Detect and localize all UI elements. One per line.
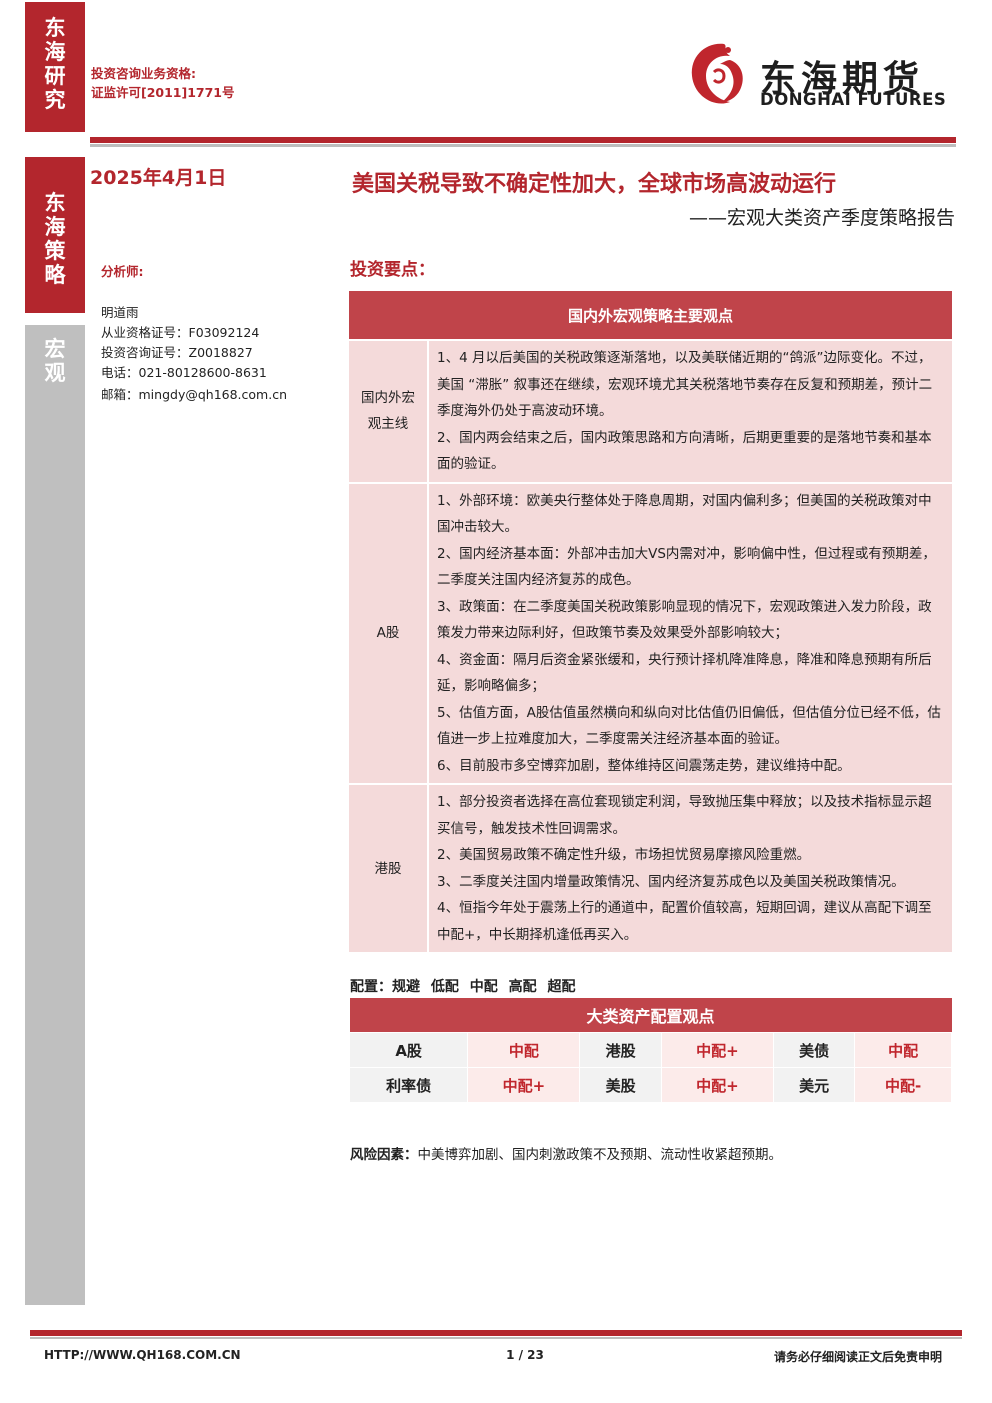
analyst-consult-license: 投资咨询证号：Z0018827 bbox=[101, 345, 253, 360]
table-title: 国内外宏观策略主要观点 bbox=[349, 291, 952, 340]
asset-view: 中配 bbox=[854, 1032, 952, 1068]
logo-english-name: DONGHAI FUTURES bbox=[760, 90, 947, 109]
report-title: 美国关税导致不确定性加大，全球市场高波动运行 bbox=[352, 172, 837, 197]
table-row: 国内外宏 观主线 1、4 月以后美国的关税政策逐渐落地，以及美联储近期的“鸽派”… bbox=[349, 339, 952, 483]
point-item: 3、政策面：在二季度美国关税政策影响显现的情况下，宏观政策进入发力阶段，政策发力… bbox=[437, 598, 932, 642]
dragon-logo-icon bbox=[691, 43, 743, 104]
analyst-label: 分析师: bbox=[101, 264, 144, 279]
allocation-scale-label: 配置：规避 低配 中配 高配 超配 bbox=[350, 979, 576, 995]
tab-char: 东 bbox=[44, 191, 66, 215]
tab-char: 海 bbox=[44, 40, 66, 64]
table-row: A股 1、外部环境：欧美央行整体处于降息周期，对国内偏利多；但美国的关税政策对中… bbox=[349, 481, 952, 784]
tab-char: 究 bbox=[44, 88, 66, 112]
risk-text: 中美博弈加剧、国内刺激政策不及预期、流动性收紧超预期。 bbox=[417, 1147, 783, 1163]
category-line: 国内外宏 bbox=[361, 390, 415, 407]
point-item: 5、估值方面，A股估值虽然横向和纵向对比估值仍旧偏低，但估值分位已经不低，估值进… bbox=[437, 704, 941, 748]
tab-char: 观 bbox=[44, 361, 66, 385]
tab-char: 东 bbox=[44, 16, 66, 40]
risk-factors: 风险因素：中美博弈加剧、国内刺激政策不及预期、流动性收紧超预期。 bbox=[350, 1143, 782, 1163]
report-subtitle: ——宏观大类资产季度策略报告 bbox=[688, 207, 955, 229]
risk-label: 风险因素： bbox=[350, 1147, 418, 1163]
table-title: 大类资产配置观点 bbox=[349, 998, 952, 1033]
tab-char: 研 bbox=[44, 64, 66, 88]
category-line: 观主线 bbox=[367, 416, 409, 433]
qualification-line-2: 证监许可[2011]1771号 bbox=[91, 85, 235, 100]
footer-disclaimer: 请务必仔细阅读正文后免责申明 bbox=[773, 1350, 942, 1364]
point-item: 2、美国贸易政策不确定性升级，市场担忧贸易摩擦风险重燃。 bbox=[437, 847, 811, 863]
category-line: A股 bbox=[376, 625, 400, 642]
footer-rule-grey bbox=[30, 1337, 962, 1339]
table-row: 港股 1、部分投资者选择在高位套现锁定利润，导致抛压集中释放；以及技术指标显示超… bbox=[349, 783, 952, 952]
asset-view: 中配+ bbox=[660, 1067, 775, 1103]
row-category: 国内外宏 观主线 bbox=[349, 339, 429, 483]
row-points: 1、4 月以后美国的关税政策逐渐落地，以及美联储近期的“鸽派”边际变化。不过，美… bbox=[428, 339, 952, 483]
table-row: A股 中配 港股 中配+ 美债 中配 bbox=[348, 1032, 952, 1068]
tab-char: 宏 bbox=[44, 337, 66, 361]
key-points-label: 投资要点： bbox=[350, 260, 435, 280]
qualification-line-1: 投资咨询业务资格: bbox=[91, 66, 196, 81]
asset-name: 美债 bbox=[773, 1032, 856, 1068]
header-rule-red bbox=[90, 137, 956, 143]
point-item: 1、外部环境：欧美央行整体处于降息周期，对国内偏利多；但美国的关税政策对中国冲击… bbox=[437, 492, 932, 536]
page-number: 1 / 23 bbox=[506, 1348, 544, 1362]
footer-rule-red bbox=[30, 1330, 962, 1336]
analyst-phone: 电话：021-80128600-8631 bbox=[101, 365, 267, 380]
tab-char: 策 bbox=[44, 239, 66, 263]
row-category: A股 bbox=[349, 481, 429, 784]
point-item: 3、二季度关注国内增量政策情况、国内经济复苏成色以及美国关税政策情况。 bbox=[437, 873, 905, 890]
asset-view: 中配- bbox=[854, 1067, 952, 1103]
asset-view: 中配 bbox=[467, 1032, 581, 1068]
point-item: 2、国内经济基本面：外部冲击加大VS内需对冲，影响偏中性，但过程或有预期差，二季… bbox=[437, 545, 936, 589]
asset-name: A股 bbox=[348, 1032, 469, 1068]
point-item: 4、资金面：隔月后资金紧张缓和，央行预计择机降准降息，降准和降息预期有所后延，影… bbox=[437, 651, 932, 695]
asset-view: 中配+ bbox=[467, 1067, 581, 1103]
sidebar-tab-macro: 宏 观 bbox=[25, 325, 85, 1305]
point-item: 1、4 月以后美国的关税政策逐渐落地，以及美联储近期的“鸽派”边际变化。不过，美… bbox=[437, 350, 933, 419]
row-category: 港股 bbox=[349, 783, 429, 952]
category-line: 港股 bbox=[374, 860, 402, 877]
asset-allocation-table: 大类资产配置观点 A股 中配 港股 中配+ 美债 中配 利率债 中配+ 美股 中… bbox=[348, 998, 952, 1103]
asset-name: 利率债 bbox=[348, 1067, 469, 1103]
analyst-name: 明道雨 bbox=[101, 305, 139, 320]
point-item: 1、部分投资者选择在高位套现锁定利润，导致抛压集中释放；以及技术指标显示超买信号… bbox=[437, 794, 932, 837]
point-item: 2、国内两会结束之后，国内政策思路和方向清晰，后期更重要的是落地节奏和基本面的验… bbox=[437, 429, 932, 473]
sidebar-tab-donghai-research: 东 海 研 究 bbox=[25, 2, 85, 132]
analyst-license: 从业资格证号：F03092124 bbox=[101, 325, 260, 340]
asset-view: 中配+ bbox=[660, 1032, 775, 1068]
tab-char: 海 bbox=[44, 215, 66, 239]
header-rule-grey bbox=[90, 144, 956, 147]
sidebar-tab-donghai-strategy: 东 海 策 略 bbox=[25, 157, 85, 313]
tab-char: 略 bbox=[44, 263, 66, 287]
report-date: 2025年4月1日 bbox=[90, 167, 227, 189]
point-item: 6、目前股市多空博弈加剧，整体维持区间震荡走势，建议维持中配。 bbox=[437, 757, 851, 774]
asset-name: 美股 bbox=[579, 1067, 662, 1103]
macro-strategy-table: 国内外宏观策略主要观点 国内外宏 观主线 1、4 月以后美国的关税政策逐渐落地，… bbox=[349, 291, 952, 952]
table-row: 利率债 中配+ 美股 中配+ 美元 中配- bbox=[348, 1067, 952, 1103]
footer-url[interactable]: HTTP://WWW.QH168.COM.CN bbox=[44, 1348, 241, 1362]
asset-name: 港股 bbox=[579, 1032, 662, 1068]
row-points: 1、部分投资者选择在高位套现锁定利润，导致抛压集中释放；以及技术指标显示超买信号… bbox=[428, 783, 952, 952]
row-points: 1、外部环境：欧美央行整体处于降息周期，对国内偏利多；但美国的关税政策对中国冲击… bbox=[428, 481, 952, 784]
asset-name: 美元 bbox=[773, 1067, 856, 1103]
analyst-email[interactable]: 邮箱：mingdy@qh168.com.cn bbox=[101, 384, 287, 403]
point-item: 4、恒指今年处于震荡上行的通道中，配置价值较高，短期回调，建议从高配下调至中配+… bbox=[437, 900, 932, 943]
